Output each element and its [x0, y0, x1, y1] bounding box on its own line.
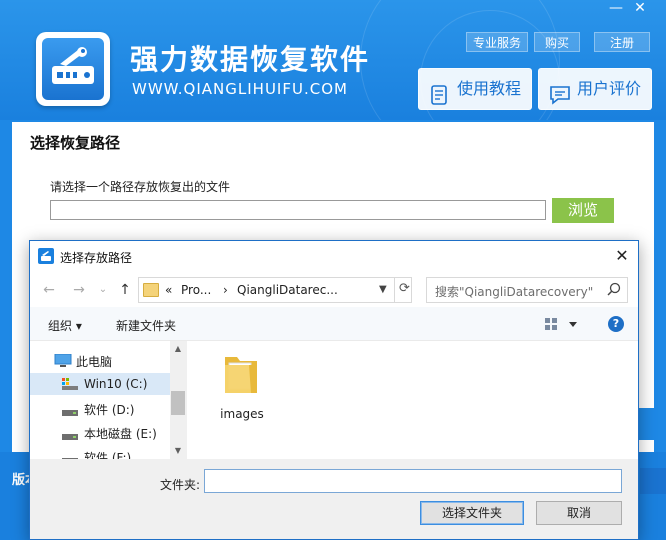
reviews-label: 用户评价 [577, 79, 642, 98]
back-button[interactable]: ← [40, 281, 58, 299]
recent-locations-button[interactable]: ⌄ [94, 281, 112, 299]
nav-item-label: 本地磁盘 (E:) [84, 427, 157, 441]
footer-button[interactable] [640, 468, 666, 494]
tutorial-button[interactable]: 使用教程 [418, 68, 532, 110]
register-link[interactable]: 注册 [594, 32, 650, 52]
chevron-down-icon[interactable]: ▼ [379, 284, 387, 295]
dialog-toolbar: 组织 ▾ 新建文件夹 ? [30, 307, 638, 341]
app-logo [36, 32, 110, 106]
next-button[interactable] [636, 408, 656, 440]
forward-button[interactable]: → [70, 281, 88, 299]
minimize-button[interactable]: — [604, 0, 628, 18]
nav-item-label: 软件 (F:) [84, 451, 132, 459]
help-icon[interactable]: ? [608, 316, 624, 332]
nav-item-drive-e[interactable]: 本地磁盘 (E:) [30, 421, 170, 443]
dialog-title: 选择存放路径 [60, 251, 133, 265]
drive-icon [62, 405, 78, 419]
cancel-button[interactable]: 取消 [536, 501, 622, 525]
navigation-pane: 此电脑 Win10 (C:) 软件 (D:) 本地磁盘 (E:) 软件 (F:)… [30, 341, 186, 459]
nav-item-drive-f[interactable]: 软件 (F:) [30, 445, 170, 459]
nav-item-label: Win10 (C:) [84, 377, 148, 391]
address-segment-current[interactable]: QiangliDatarec... [237, 283, 338, 297]
address-bar[interactable]: « Pro... › QiangliDatarec... ▼ [138, 277, 412, 303]
path-label: 请选择一个路径存放恢复出的文件 [50, 180, 231, 194]
close-button[interactable]: ✕ [628, 0, 652, 18]
app-small-icon [38, 248, 54, 267]
search-icon[interactable] [607, 282, 621, 299]
nav-item-drive-d[interactable]: 软件 (D:) [30, 397, 170, 419]
app-header: 强力数据恢复软件 WWW.QIANGLIHUIFU.COM — ✕ 专业服务 购… [0, 0, 666, 120]
browse-button[interactable]: 浏览 [552, 198, 614, 223]
new-folder-button[interactable]: 新建文件夹 [116, 317, 176, 334]
folder-item-images[interactable]: images [213, 351, 283, 421]
address-segment-pro[interactable]: Pro... [181, 283, 211, 297]
scroll-up-icon[interactable]: ▲ [170, 341, 186, 357]
select-folder-button[interactable]: 选择文件夹 [420, 501, 524, 525]
nav-pane-scrollbar[interactable]: ▲ ▼ [170, 341, 186, 459]
nav-item-label: 软件 (D:) [84, 403, 135, 417]
folder-name-input[interactable] [204, 469, 622, 493]
dialog-titlebar: 选择存放路径 ✕ [30, 241, 638, 273]
section-title: 选择恢复路径 [30, 134, 121, 152]
up-button[interactable]: ↑ [116, 281, 134, 299]
tutorial-label: 使用教程 [457, 79, 522, 98]
app-title: 强力数据恢复软件 [130, 43, 371, 76]
system-drive-icon [62, 378, 78, 393]
dialog-close-button[interactable]: ✕ [608, 245, 636, 269]
recovery-path-input[interactable] [50, 200, 546, 220]
scroll-thumb[interactable] [171, 391, 185, 415]
navigation-bar: ← → ⌄ ↑ « Pro... › QiangliDatarec... ▼ ⟳… [30, 273, 638, 307]
buy-link[interactable]: 购买 [534, 32, 580, 52]
search-input[interactable]: 搜索"QiangliDatarecovery" [426, 277, 628, 303]
app-url: WWW.QIANGLIHUIFU.COM [132, 80, 348, 98]
computer-icon [54, 353, 72, 371]
hard-drive-wrench-icon [42, 38, 104, 100]
address-separator: › [223, 283, 228, 297]
organize-menu[interactable]: 组织 ▾ [48, 317, 82, 334]
comment-icon [549, 80, 571, 120]
folder-item-label: images [220, 407, 264, 421]
reviews-button[interactable]: 用户评价 [538, 68, 652, 110]
scroll-down-icon[interactable]: ▼ [170, 443, 186, 459]
drive-icon [62, 429, 78, 443]
nav-item-label: 此电脑 [76, 355, 113, 369]
document-icon [429, 80, 449, 120]
folder-label: 文件夹: [160, 478, 201, 492]
dialog-footer: 文件夹: 选择文件夹 取消 [30, 459, 638, 539]
folder-icon [143, 283, 159, 297]
view-options-icon[interactable] [544, 317, 578, 334]
nav-item-this-pc[interactable]: 此电脑 [30, 349, 170, 371]
refresh-icon[interactable]: ⟳ [394, 277, 414, 303]
search-placeholder: 搜索"QiangliDatarecovery" [435, 285, 594, 299]
select-folder-dialog: 选择存放路径 ✕ ← → ⌄ ↑ « Pro... › QiangliDatar… [29, 240, 639, 540]
folder-icon [223, 351, 259, 398]
file-list: images [186, 341, 638, 459]
nav-item-win10-c[interactable]: Win10 (C:) [30, 373, 170, 395]
address-overflow[interactable]: « [165, 283, 172, 297]
professional-service-link[interactable]: 专业服务 [466, 32, 529, 52]
